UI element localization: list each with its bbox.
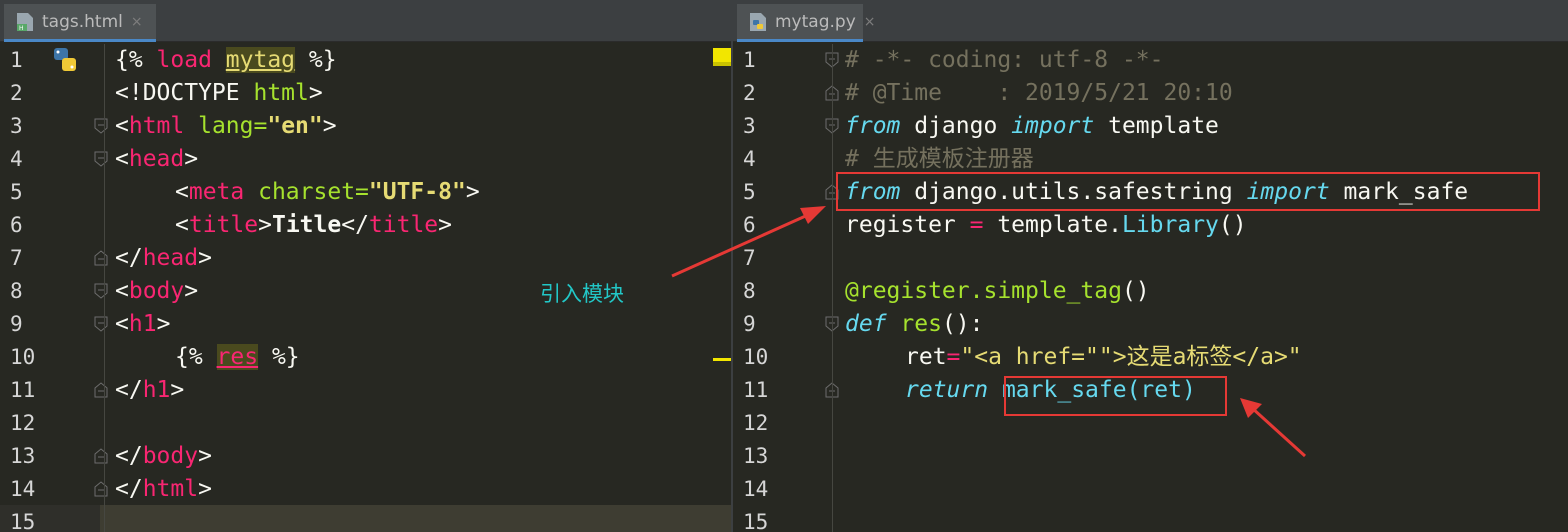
- code-line[interactable]: {% load mytag %}: [115, 44, 337, 77]
- left-tab-bar: H tags.html ×: [0, 0, 733, 42]
- line-number: 4: [743, 147, 756, 171]
- line-number: 12: [10, 411, 36, 435]
- fold-icon[interactable]: [94, 283, 108, 299]
- code-line[interactable]: </h1>: [115, 374, 184, 407]
- line-number: 1: [743, 48, 756, 72]
- line-number: 13: [10, 444, 36, 468]
- line-number: 8: [10, 279, 23, 303]
- line-number: 3: [10, 114, 23, 138]
- highlight-box-import: [836, 172, 1540, 211]
- code-line[interactable]: register = template.Library(): [845, 209, 1247, 242]
- line-number: 1: [10, 48, 23, 72]
- fold-icon[interactable]: [94, 316, 108, 332]
- line-number: 10: [10, 345, 36, 369]
- line-number: 15: [10, 510, 36, 532]
- line-number: 7: [10, 246, 23, 270]
- line-number: 9: [10, 312, 23, 336]
- python-icon[interactable]: [52, 46, 80, 76]
- line-number: 10: [743, 345, 769, 369]
- line-number: 5: [10, 180, 23, 204]
- code-line[interactable]: </head>: [115, 242, 212, 275]
- code-line[interactable]: <title>Title</title>: [175, 209, 452, 242]
- code-line[interactable]: ret="<a href="">这是a标签</a>": [905, 341, 1302, 374]
- left-editor-pane[interactable]: H tags.html × 1 2 3 4 5 6 7 8 9 10 11 12…: [0, 0, 733, 532]
- fold-icon[interactable]: [94, 151, 108, 167]
- code-line[interactable]: </html>: [115, 473, 212, 506]
- line-number: 2: [743, 81, 756, 105]
- fold-icon[interactable]: [94, 448, 108, 464]
- code-line[interactable]: <h1>: [115, 308, 170, 341]
- code-line[interactable]: <body>: [115, 275, 198, 308]
- close-icon[interactable]: ×: [131, 14, 143, 30]
- line-number: 9: [743, 312, 756, 336]
- line-number: 11: [743, 378, 769, 402]
- warning-marker[interactable]: [713, 48, 731, 62]
- svg-text:H: H: [19, 25, 24, 32]
- code-line[interactable]: @register.simple_tag(): [845, 275, 1150, 308]
- html-file-icon: H: [16, 12, 34, 32]
- tab-mytag-py[interactable]: mytag.py ×: [737, 4, 875, 42]
- line-number: 14: [10, 477, 36, 501]
- right-tab-bar: mytag.py ×: [733, 0, 1568, 42]
- line-number: 2: [10, 81, 23, 105]
- line-number: 11: [10, 378, 36, 402]
- warning-marker[interactable]: [713, 62, 731, 66]
- tab-tags-html[interactable]: H tags.html ×: [4, 4, 156, 42]
- fold-icon[interactable]: [94, 382, 108, 398]
- fold-icon[interactable]: [94, 481, 108, 497]
- line-number: 6: [10, 213, 23, 237]
- current-line-highlight: [100, 505, 733, 532]
- code-line[interactable]: # @Time : 2019/5/21 20:10: [845, 77, 1233, 110]
- line-number: 12: [743, 411, 769, 435]
- line-number: 3: [743, 114, 756, 138]
- tab-label: tags.html: [42, 11, 123, 32]
- code-line[interactable]: </body>: [115, 440, 212, 473]
- code-line[interactable]: <meta charset="UTF-8">: [175, 176, 480, 209]
- line-number: 7: [743, 246, 756, 270]
- fold-icon[interactable]: [94, 118, 108, 134]
- line-number: 14: [743, 477, 769, 501]
- tab-label: mytag.py: [775, 11, 856, 32]
- code-line[interactable]: def res():: [845, 308, 984, 341]
- code-line[interactable]: <!DOCTYPE html>: [115, 77, 323, 110]
- line-number: 5: [743, 180, 756, 204]
- right-editor-pane[interactable]: mytag.py × 1 2 3 4 5 6 7 8 9 10 11 12 13…: [733, 0, 1568, 532]
- code-line[interactable]: from django import template: [845, 110, 1219, 143]
- gutter-separator: [832, 44, 833, 532]
- line-number: 4: [10, 147, 23, 171]
- line-number: 8: [743, 279, 756, 303]
- annotation-label: 引入模块: [540, 282, 624, 306]
- gutter-separator: [104, 44, 105, 532]
- line-number: 6: [743, 213, 756, 237]
- python-file-icon: [749, 12, 767, 32]
- warning-marker[interactable]: [713, 358, 731, 361]
- code-line[interactable]: {% res %}: [175, 341, 300, 374]
- close-icon[interactable]: ×: [864, 14, 876, 30]
- line-number: 15: [743, 510, 769, 532]
- code-line[interactable]: <html lang="en">: [115, 110, 337, 143]
- code-line[interactable]: <head>: [115, 143, 198, 176]
- code-line[interactable]: # -*- coding: utf-8 -*-: [845, 44, 1164, 77]
- line-number: 13: [743, 444, 769, 468]
- fold-icon[interactable]: [94, 250, 108, 266]
- highlight-box-mark-safe: [1004, 376, 1227, 416]
